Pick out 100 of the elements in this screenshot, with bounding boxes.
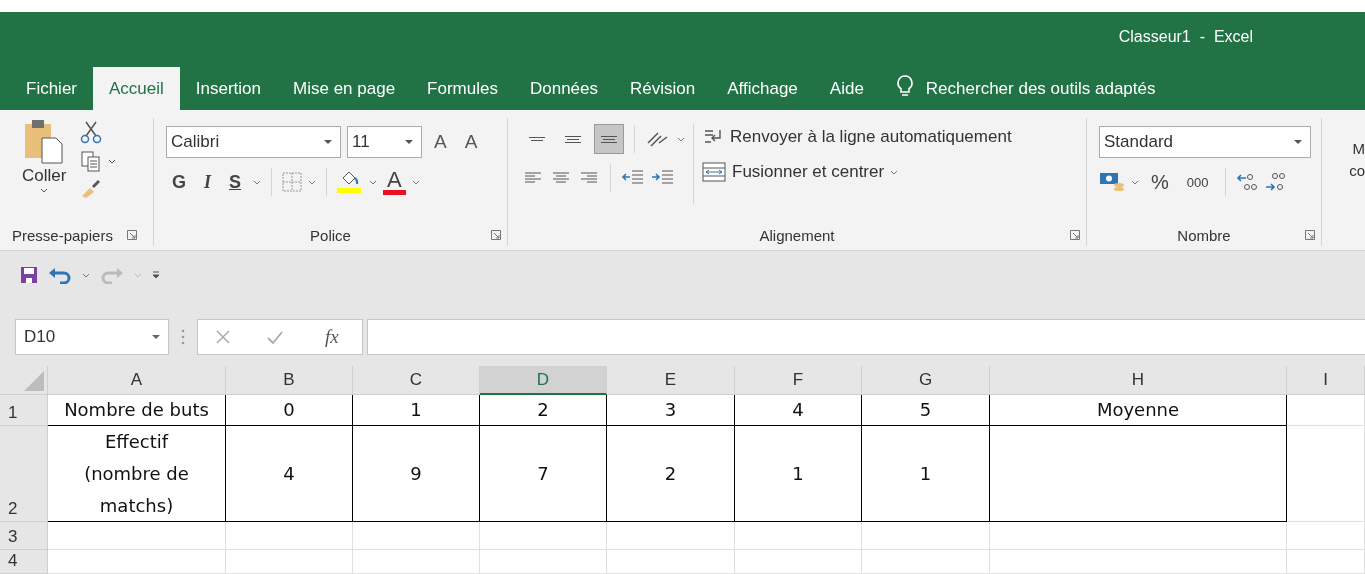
table-cell: 9 (353, 426, 480, 522)
table-cell: Nombre de buts (48, 395, 226, 426)
caret-icon[interactable] (411, 179, 420, 185)
scissors-icon[interactable] (80, 120, 103, 144)
dialog-launcher-icon[interactable] (126, 230, 137, 240)
column-header[interactable]: H (990, 366, 1287, 395)
shrink-font-button[interactable]: A (458, 129, 484, 155)
percent-button[interactable]: % (1145, 168, 1175, 196)
font-name-dropdown[interactable]: Calibri (166, 126, 341, 158)
table-cell: 1 (862, 426, 990, 522)
row-header[interactable]: 3 (0, 522, 48, 550)
column-header[interactable]: F (735, 366, 862, 395)
table-cell: 1 (735, 426, 862, 522)
table-cell: 2 (480, 395, 607, 426)
name-box[interactable]: D10 (15, 319, 169, 355)
increase-indent-icon[interactable] (651, 169, 675, 187)
paste-button[interactable]: Coller (22, 118, 67, 224)
ribbon-tab[interactable]: Fichier (10, 67, 93, 110)
caret-icon[interactable] (1131, 179, 1139, 185)
table-cell: 4 (735, 395, 862, 426)
dropdown-arrow-icon (1294, 140, 1302, 144)
dialog-launcher-icon[interactable] (1070, 230, 1080, 240)
font-size-dropdown[interactable]: 11 (347, 126, 422, 158)
caret-icon[interactable] (677, 136, 685, 142)
table-cell: 1 (353, 395, 480, 426)
row-header[interactable]: 1 (0, 395, 48, 426)
resize-handle-icon[interactable] (181, 328, 185, 346)
align-lines-icon (601, 135, 617, 143)
align-center-icon[interactable] (550, 170, 572, 186)
table-cell: 0 (226, 395, 353, 426)
align-left-icon[interactable] (522, 170, 544, 186)
ribbon-tab[interactable]: Formules (411, 67, 514, 110)
dialog-launcher-icon[interactable] (491, 230, 501, 240)
align-lines-icon (529, 137, 545, 141)
ribbon-button-label[interactable]: M (1352, 138, 1365, 160)
dropdown-arrow-icon (324, 140, 332, 144)
ribbon-tab[interactable]: Affichage (711, 67, 814, 110)
dropdown-arrow-icon (152, 335, 160, 339)
table-cell: Effectif (nombre de matchs) (48, 426, 226, 522)
column-header[interactable]: D (480, 366, 607, 395)
group-label: Presse-papiers (12, 226, 113, 244)
caret-icon[interactable] (108, 158, 117, 164)
decrease-indent-icon[interactable] (621, 169, 645, 187)
cancel-icon[interactable] (215, 329, 232, 345)
italic-button[interactable]: I (198, 169, 218, 195)
column-header[interactable]: E (607, 366, 735, 395)
ribbon-tab[interactable]: Données (513, 67, 615, 110)
align-right-icon[interactable] (578, 170, 600, 186)
merge-cells-icon (702, 162, 726, 182)
insert-function-button[interactable]: fx (318, 325, 345, 349)
dialog-launcher-icon[interactable] (1305, 230, 1315, 240)
currency-icon[interactable] (1099, 171, 1125, 193)
number-format-dropdown[interactable]: Standard (1099, 126, 1311, 158)
decrease-decimal-icon[interactable] (1263, 171, 1286, 193)
column-header[interactable]: B (226, 366, 353, 395)
caret-icon[interactable] (253, 179, 262, 185)
align-lines-icon (565, 135, 581, 143)
ribbon-tab[interactable]: Accueil (93, 67, 180, 110)
ribbon-tab[interactable]: Aide (813, 67, 880, 110)
ribbon-tab[interactable]: Révision (614, 67, 712, 110)
column-header[interactable]: A (48, 366, 226, 395)
wrap-text-button[interactable]: Renvoyer à la ligne automatiquement (702, 124, 1012, 150)
bold-button[interactable]: G (166, 169, 192, 195)
table-cell: 2 (607, 426, 735, 522)
copy-icon[interactable] (80, 150, 103, 172)
clipboard-icon (24, 118, 65, 164)
caret-icon[interactable] (369, 179, 378, 185)
table-cell: 5 (862, 395, 990, 426)
column-header[interactable]: G (862, 366, 990, 395)
caret-icon[interactable] (890, 169, 899, 175)
ribbon-tab[interactable]: Insertion (179, 67, 278, 110)
caret-icon[interactable] (308, 179, 317, 185)
vertical-align-button[interactable] (594, 124, 624, 154)
fill-color-icon[interactable] (337, 170, 364, 194)
table-cell: 7 (480, 426, 607, 522)
triangle-icon (24, 371, 44, 391)
save-icon[interactable] (20, 266, 38, 284)
merge-center-button[interactable]: Fusionner et centrer (702, 160, 885, 184)
brush-icon[interactable] (80, 178, 103, 198)
caret-icon[interactable] (82, 272, 90, 278)
grow-font-button[interactable]: A (428, 129, 453, 155)
customize-toolbar-icon[interactable] (152, 271, 160, 279)
caret-icon (40, 188, 49, 193)
row-header[interactable]: 4 (0, 550, 48, 574)
tell-me-search[interactable]: Rechercher des outils adaptés (925, 67, 1156, 110)
lightbulb-icon (895, 74, 914, 98)
group-label: Nombre (1177, 226, 1231, 244)
dropdown-arrow-icon (405, 140, 413, 144)
check-icon[interactable] (266, 329, 285, 345)
formula-input[interactable] (367, 319, 1365, 355)
column-header[interactable]: C (353, 366, 480, 395)
row-header[interactable]: 2 (0, 426, 48, 522)
underline-button[interactable]: S (223, 169, 248, 195)
column-header[interactable]: I (1287, 366, 1365, 395)
ribbon-button-label[interactable]: co (1349, 160, 1365, 182)
font-color-button[interactable]: A (383, 169, 406, 195)
increase-decimal-icon[interactable] (1235, 171, 1258, 193)
ribbon-tab[interactable]: Mise en page (277, 67, 412, 110)
thousands-separator-button[interactable]: 000 (1180, 172, 1215, 192)
undo-icon[interactable] (48, 266, 72, 284)
